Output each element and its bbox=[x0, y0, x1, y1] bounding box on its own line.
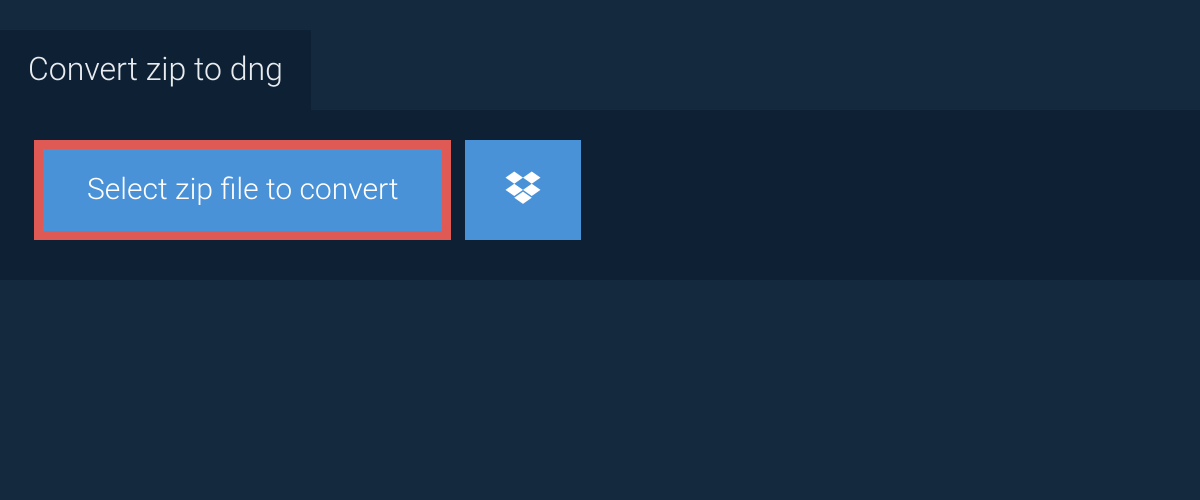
tab-convert[interactable]: Convert zip to dng bbox=[0, 30, 311, 110]
main-panel: Select zip file to convert bbox=[0, 110, 1200, 280]
dropbox-icon bbox=[502, 168, 544, 213]
select-file-label: Select zip file to convert bbox=[87, 172, 398, 207]
select-file-button[interactable]: Select zip file to convert bbox=[34, 140, 451, 240]
dropbox-button[interactable] bbox=[465, 140, 581, 240]
tab-title: Convert zip to dng bbox=[28, 50, 283, 88]
button-row: Select zip file to convert bbox=[34, 140, 1166, 240]
